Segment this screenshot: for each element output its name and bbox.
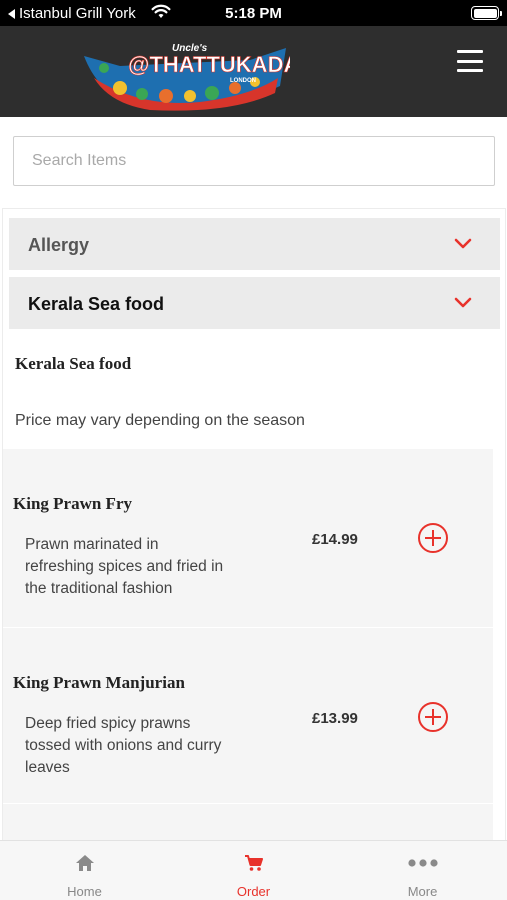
nav-more[interactable]: More [338, 841, 507, 900]
menu-content: Allergy Kerala Sea food Kerala Sea food … [2, 208, 506, 840]
nav-label: Order [236, 884, 271, 899]
status-time: 5:18 PM [225, 5, 282, 22]
nav-label: More [407, 884, 438, 899]
svg-text:LONDON: LONDON [230, 78, 256, 84]
nav-order[interactable]: Order [169, 841, 338, 900]
cart-icon [244, 855, 263, 871]
item-name: King Prawn Fry [13, 494, 132, 513]
bottom-nav: Home Order More [0, 840, 507, 900]
add-item-plus-icon[interactable] [417, 701, 449, 733]
more-dots-icon [407, 859, 438, 867]
menu-item-partial [3, 804, 493, 840]
item-price: £13.99 [312, 710, 358, 727]
svg-text:@THATTUKADA: @THATTUKADA [128, 52, 290, 77]
category-kerala-sea-food[interactable]: Kerala Sea food [9, 277, 500, 329]
chevron-down-icon [454, 238, 472, 249]
item-description: Prawn marinated in refreshing spices and… [25, 536, 224, 597]
app-header: Uncle's @THATTUKADA LONDON [0, 26, 507, 117]
item-name: King Prawn Manjurian [13, 673, 185, 692]
restaurant-logo[interactable]: Uncle's @THATTUKADA LONDON [80, 38, 290, 113]
section-title: Kerala Sea food [15, 354, 132, 373]
home-icon [75, 855, 94, 871]
category-allergy[interactable]: Allergy [9, 218, 500, 270]
chevron-down-icon [454, 297, 472, 308]
add-item-plus-icon[interactable] [417, 522, 449, 554]
category-label: Allergy [28, 235, 90, 255]
nav-home[interactable]: Home [0, 841, 169, 900]
hamburger-menu-icon[interactable] [457, 50, 483, 72]
section-note: Price may vary depending on the season [15, 412, 305, 429]
search-input[interactable] [13, 136, 495, 186]
status-bar: Istanbul Grill York 5:18 PM [0, 0, 507, 26]
battery-icon [471, 6, 502, 20]
category-label: Kerala Sea food [28, 294, 165, 314]
menu-item: King Prawn Manjurian Deep fried spicy pr… [3, 628, 493, 803]
nav-label: Home [67, 884, 102, 899]
item-price: £14.99 [312, 531, 358, 548]
item-description: Deep fried spicy prawns tossed with onio… [25, 715, 222, 776]
menu-item: King Prawn Fry Prawn marinated in refres… [3, 449, 493, 627]
